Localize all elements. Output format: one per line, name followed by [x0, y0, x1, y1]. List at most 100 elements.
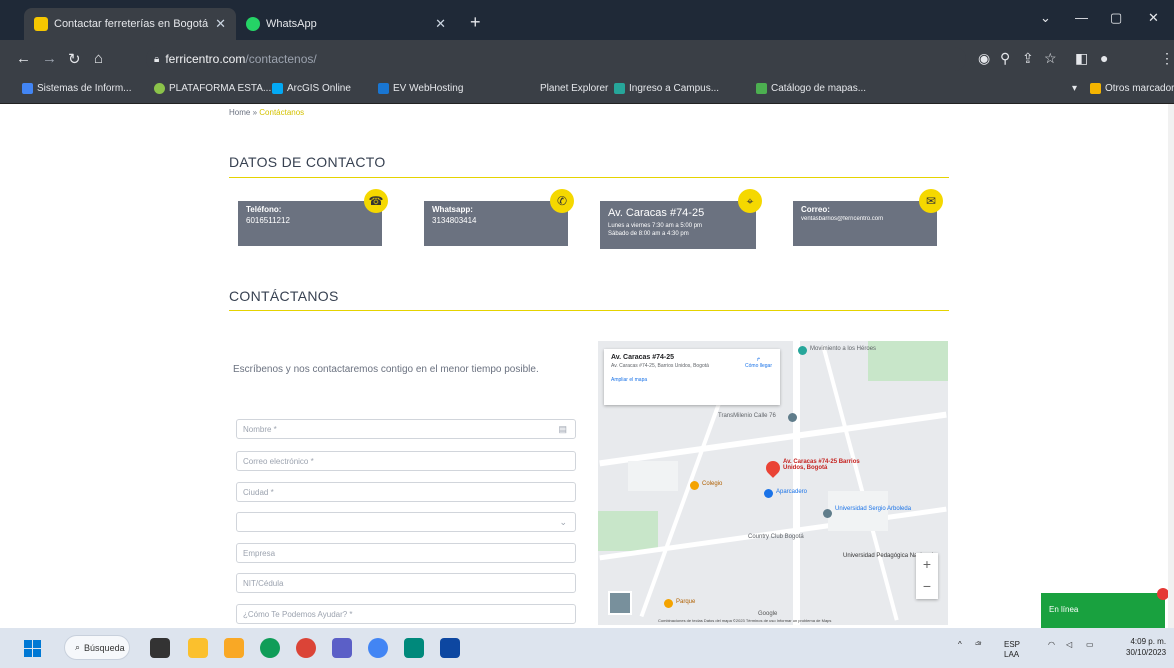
enlarge-map-link[interactable]: Ampliar el mapa [611, 377, 773, 383]
message-field[interactable]: ¿Cómo Te Podemos Ayudar? * [236, 604, 576, 624]
tab-contact[interactable]: Contactar ferreterías en Bogotá ✕ [24, 8, 236, 40]
windows-taskbar [0, 628, 1174, 668]
whatsapp-value[interactable]: 3134803414 [432, 216, 560, 225]
bookmark-icon [378, 83, 389, 94]
marker-label: Av. Caracas #74-25 Barrios Unidos, Bogot… [783, 459, 860, 471]
menu-kebab-icon[interactable]: ⋮ [1160, 50, 1174, 67]
tray-overflow-icon[interactable]: ^ [958, 640, 962, 649]
email-field[interactable]: Correo electrónico * [236, 451, 576, 471]
wifi-icon[interactable]: ◠ [1048, 640, 1055, 649]
volume-icon[interactable]: ◁ [1066, 640, 1072, 649]
city-field[interactable]: Ciudad * [236, 482, 576, 502]
back-arrow-icon[interactable]: ← [16, 50, 31, 67]
name-field[interactable]: Nombre * ▤ [236, 419, 576, 439]
file-explorer-icon[interactable] [224, 638, 244, 658]
task-view-icon[interactable] [150, 638, 170, 658]
title-divider [229, 177, 949, 178]
other-bookmarks[interactable]: Otros marcadores [1090, 83, 1174, 94]
forward-arrow-icon[interactable]: → [42, 50, 57, 67]
map-footer[interactable]: Combinaciones de teclas Datos del mapa ©… [658, 618, 831, 623]
weekday-hours: Lunes a viernes 7:30 am a 5:00 pm [608, 223, 703, 229]
breadcrumb-home[interactable]: Home [229, 108, 250, 117]
map-info-card: Av. Caracas #74-25 Av. Caracas #74-25, B… [604, 349, 780, 405]
close-window-button[interactable]: ✕ [1148, 10, 1159, 26]
poi-icon [823, 509, 832, 518]
taskbar-search[interactable]: ⌕ Búsqueda [64, 635, 130, 660]
page-scrollbar[interactable] [1168, 104, 1174, 628]
bookmark-planet-explorer[interactable]: Planet Explorer [540, 83, 608, 94]
chrome-icon[interactable] [296, 638, 316, 658]
share-icon[interactable]: ⇪ [1022, 50, 1034, 67]
bookmark-icon [154, 83, 165, 94]
phone-value[interactable]: 6016511212 [246, 216, 374, 225]
poi-label: Country Club Bogotá [748, 534, 804, 540]
sidepanel-icon[interactable]: ◧ [1075, 50, 1088, 67]
home-icon[interactable]: ⌂ [94, 50, 103, 67]
bookmark-arcgis[interactable]: ArcGIS Online [272, 83, 351, 94]
ferricentro-favicon-icon [34, 17, 48, 31]
map-place-address: Av. Caracas #74-25, Barrios Unidos, Bogo… [611, 363, 709, 369]
chrome-profile-icon[interactable] [368, 638, 388, 658]
search-icon: ⌕ [75, 642, 81, 652]
lock-icon: 🔒︎ [154, 53, 160, 65]
reload-icon[interactable]: ↻ [68, 50, 81, 68]
url-path: /contactenos/ [245, 52, 317, 66]
whatsapp-icon: ✆ [550, 189, 574, 213]
extension-icon[interactable]: ◉ [978, 50, 990, 67]
title-divider [229, 310, 949, 311]
address-bar[interactable]: 🔒︎ ferricentro.com/contactenos/ [146, 47, 966, 71]
bookmark-icon [22, 83, 33, 94]
bookmark-ingreso-campus[interactable]: Ingreso a Campus... [614, 83, 719, 94]
clock-date: 30/10/2023 [1126, 648, 1167, 657]
battery-icon[interactable]: ▭ [1086, 640, 1094, 649]
close-tab-icon[interactable]: ✕ [215, 16, 226, 32]
nit-field[interactable]: NIT/Cédula [236, 573, 576, 593]
subject-select[interactable]: ⌄ [236, 512, 576, 532]
address-label: Av. Caracas #74-25 [608, 207, 705, 219]
edge-icon[interactable] [260, 638, 280, 658]
tray-app-icon[interactable]: ⛅︎ [975, 640, 981, 650]
teams-icon[interactable] [332, 638, 352, 658]
tab-search-icon[interactable]: ⌄ [1040, 10, 1051, 26]
bookmark-plataforma[interactable]: PLATAFORMA ESTA... [154, 83, 271, 94]
directions-button[interactable]: ↱ Cómo llegar [745, 357, 772, 369]
email-label: Correo: [801, 205, 830, 214]
app-icon[interactable] [404, 638, 424, 658]
bookmark-ev-webhosting[interactable]: EV WebHosting [378, 83, 463, 94]
windows-start-icon[interactable] [24, 640, 41, 657]
widgets-icon[interactable] [188, 638, 208, 658]
clock-time: 4:09 p. m. [1130, 637, 1167, 646]
minimize-button[interactable]: — [1075, 10, 1088, 25]
new-tab-button[interactable]: + [470, 12, 481, 33]
location-marker-icon[interactable] [763, 458, 783, 478]
email-value[interactable]: ventasbarrios@ferricentro.com [801, 216, 929, 222]
outlook-icon[interactable] [440, 638, 460, 658]
zoom-icon[interactable]: ⚲ [1000, 50, 1010, 67]
online-chat-button[interactable]: En línea [1041, 588, 1169, 628]
bookmark-icon [756, 83, 767, 94]
bookmark-star-icon[interactable]: ☆ [1044, 50, 1057, 67]
close-tab-icon[interactable]: ✕ [435, 16, 446, 32]
satellite-toggle[interactable] [608, 591, 632, 615]
phone-card: Teléfono: 6016511212 ☎ [238, 189, 388, 246]
bookmark-catalogo-mapas[interactable]: Catálogo de mapas... [756, 83, 866, 94]
envelope-icon: ✉ [919, 189, 943, 213]
restore-button[interactable]: ▢ [1110, 10, 1122, 26]
tab-whatsapp[interactable]: WhatsApp ✕ [236, 8, 456, 40]
poi-label: TransMilenio Calle 76 [718, 413, 776, 419]
language-indicator[interactable]: ESP LAA [1004, 640, 1020, 660]
zoom-in-button[interactable]: + [916, 553, 938, 575]
google-logo: Google [758, 611, 778, 617]
profile-avatar-icon[interactable]: ● [1100, 50, 1108, 66]
map-zoom-control[interactable]: + − [916, 553, 938, 599]
zoom-out-button[interactable]: − [916, 575, 938, 597]
embedded-map[interactable]: Av. Caracas #74-25 Av. Caracas #74-25, B… [598, 341, 948, 625]
bookmark-sistemas[interactable]: Sistemas de Inform... [22, 83, 131, 94]
poi-icon [798, 346, 807, 355]
company-field[interactable]: Empresa [236, 543, 576, 563]
poi-label: Parque [676, 599, 696, 605]
tab-title: Contactar ferreterías en Bogotá [54, 18, 209, 30]
taskbar-clock[interactable]: 4:09 p. m. 30/10/2023 [1126, 636, 1166, 658]
whatsapp-favicon-icon [246, 17, 260, 31]
bookmarks-overflow-icon[interactable]: ▾ [1072, 83, 1077, 94]
